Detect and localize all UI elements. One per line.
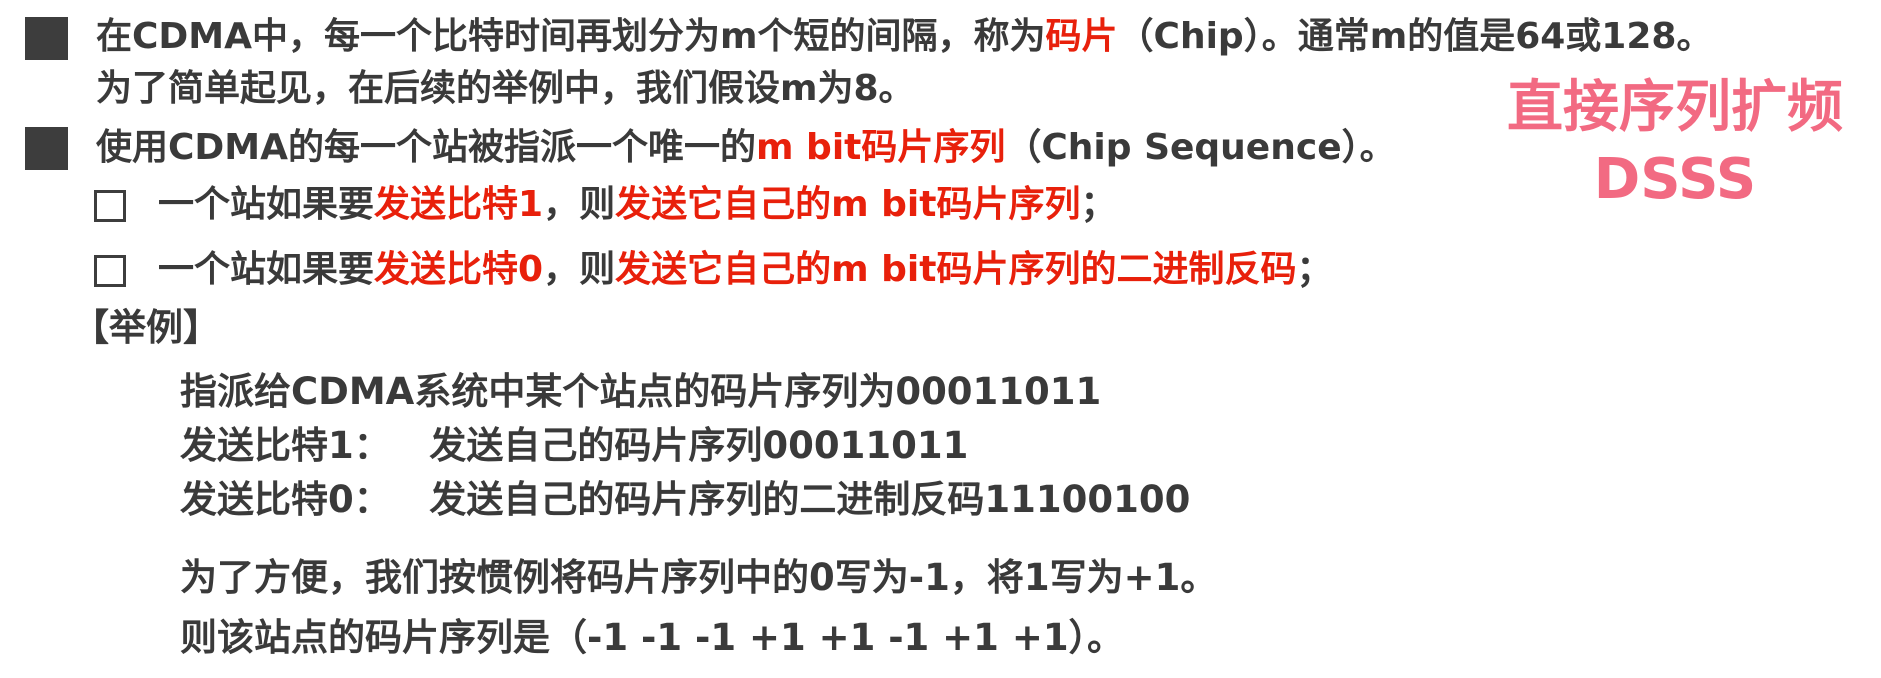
term-chip: 码片 [1045, 16, 1118, 57]
sub-bullet-2-end: ； [1296, 249, 1333, 290]
sub-bullet-1-end: ； [1080, 184, 1117, 225]
sub-bullet-2-text-b: ，则 [543, 249, 616, 290]
example-line: 发送比特1： 发送自己的码片序列00011011 [180, 424, 969, 467]
bullet-1-line-2: 为了简单起见，在后续的举例中，我们假设m为8。 [96, 68, 915, 109]
bullet-1-text-b: （Chip）。通常m的值是64或128。 [1117, 16, 1713, 57]
sub-bullet-2-text-a: 一个站如果要 [158, 249, 375, 290]
bullet-1-text-a: 在CDMA中，每一个比特时间再划分为m个短的间隔，称为 [96, 16, 1046, 57]
bullet-square-icon [25, 127, 68, 170]
term-chip-sequence: m bit码片序列 [756, 127, 1006, 168]
sub-bullet-box-icon [94, 255, 126, 287]
bullet-square-icon [25, 17, 68, 60]
sub-bullet-2: 一个站如果要发送比特0，则发送它自己的m bit码片序列的二进制反码； [158, 245, 1332, 295]
sub-bullet-1-bit1: 发送比特1 [374, 184, 544, 225]
example-line: 指派给CDMA系统中某个站点的码片序列为00011011 [180, 370, 1102, 413]
bullet-2-text-b: （Chip Sequence）。 [1005, 127, 1396, 168]
watermark-dsss: 直接序列扩频 DSSS [1480, 72, 1870, 216]
sub-bullet-box-icon [94, 190, 126, 222]
sub-bullet-2-bit0: 发送比特0 [374, 249, 544, 290]
example-line: 发送比特0： 发送自己的码片序列的二进制反码11100100 [180, 478, 1191, 521]
sub-bullet-1: 一个站如果要发送比特1，则发送它自己的m bit码片序列； [158, 180, 1116, 230]
example-line: 为了方便，我们按惯例将码片序列中的0写为-1，将1写为+1。 [180, 556, 1218, 599]
bullet-1-line-1: 在CDMA中，每一个比特时间再划分为m个短的间隔，称为码片（Chip）。通常m的… [96, 12, 1712, 62]
sub-bullet-1-action: 发送它自己的m bit码片序列 [615, 184, 1081, 225]
watermark-line-1: 直接序列扩频 [1507, 75, 1843, 140]
sub-bullet-1-text-b: ，则 [543, 184, 616, 225]
example-header: 【举例】 [72, 306, 220, 349]
sub-bullet-2-action: 发送它自己的m bit码片序列的二进制反码 [615, 249, 1297, 290]
bullet-2-text-a: 使用CDMA的每一个站被指派一个唯一的 [96, 127, 756, 168]
bullet-2-line: 使用CDMA的每一个站被指派一个唯一的m bit码片序列（Chip Sequen… [96, 123, 1396, 173]
sub-bullet-1-text-a: 一个站如果要 [158, 184, 375, 225]
slide: { "bullets": { "b1_line1_pre": "在CDMA中，每… [0, 0, 1881, 678]
example-line: 则该站点的码片序列是（-1 -1 -1 +1 +1 -1 +1 +1）。 [180, 616, 1125, 659]
watermark-line-2: DSSS [1593, 147, 1757, 212]
